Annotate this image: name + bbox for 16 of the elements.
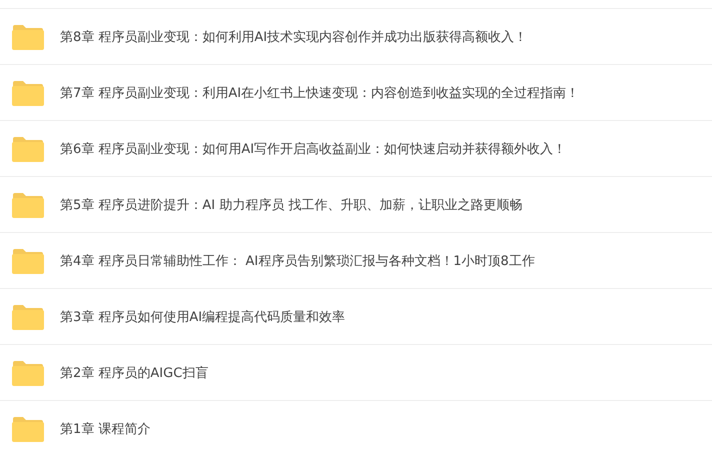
folder-icon	[12, 24, 44, 50]
folder-icon	[12, 192, 44, 218]
folder-icon	[12, 360, 44, 386]
folder-icon	[12, 304, 44, 330]
folder-name[interactable]: 第2章 程序员的AIGC扫盲	[60, 364, 208, 382]
folder-icon	[12, 248, 44, 274]
folder-name[interactable]: 第1章 课程简介	[60, 420, 150, 438]
folder-name[interactable]: 第8章 程序员副业变现：如何利用AI技术实现内容创作并成功出版获得高额收入！	[60, 28, 528, 46]
folder-name[interactable]: 第4章 程序员日常辅助性工作： AI程序员告别繁琐汇报与各种文档！1小时顶8工作	[60, 252, 535, 270]
folder-icon	[12, 136, 44, 162]
folder-icon	[12, 416, 44, 442]
folder-name[interactable]: 第7章 程序员副业变现：利用AI在小红书上快速变现：内容创造到收益实现的全过程指南！	[60, 84, 580, 102]
folder-icon	[12, 80, 44, 106]
folder-name[interactable]: 第6章 程序员副业变现：如何用AI写作开启高收益副业：如何快速启动并获得额外收入！	[60, 140, 566, 158]
folder-name[interactable]: 第5章 程序员进阶提升：AI 助力程序员 找工作、升职、加薪，让职业之路更顺畅	[60, 196, 522, 214]
folder-name[interactable]: 第3章 程序员如何使用AI编程提高代码质量和效率	[60, 308, 346, 326]
